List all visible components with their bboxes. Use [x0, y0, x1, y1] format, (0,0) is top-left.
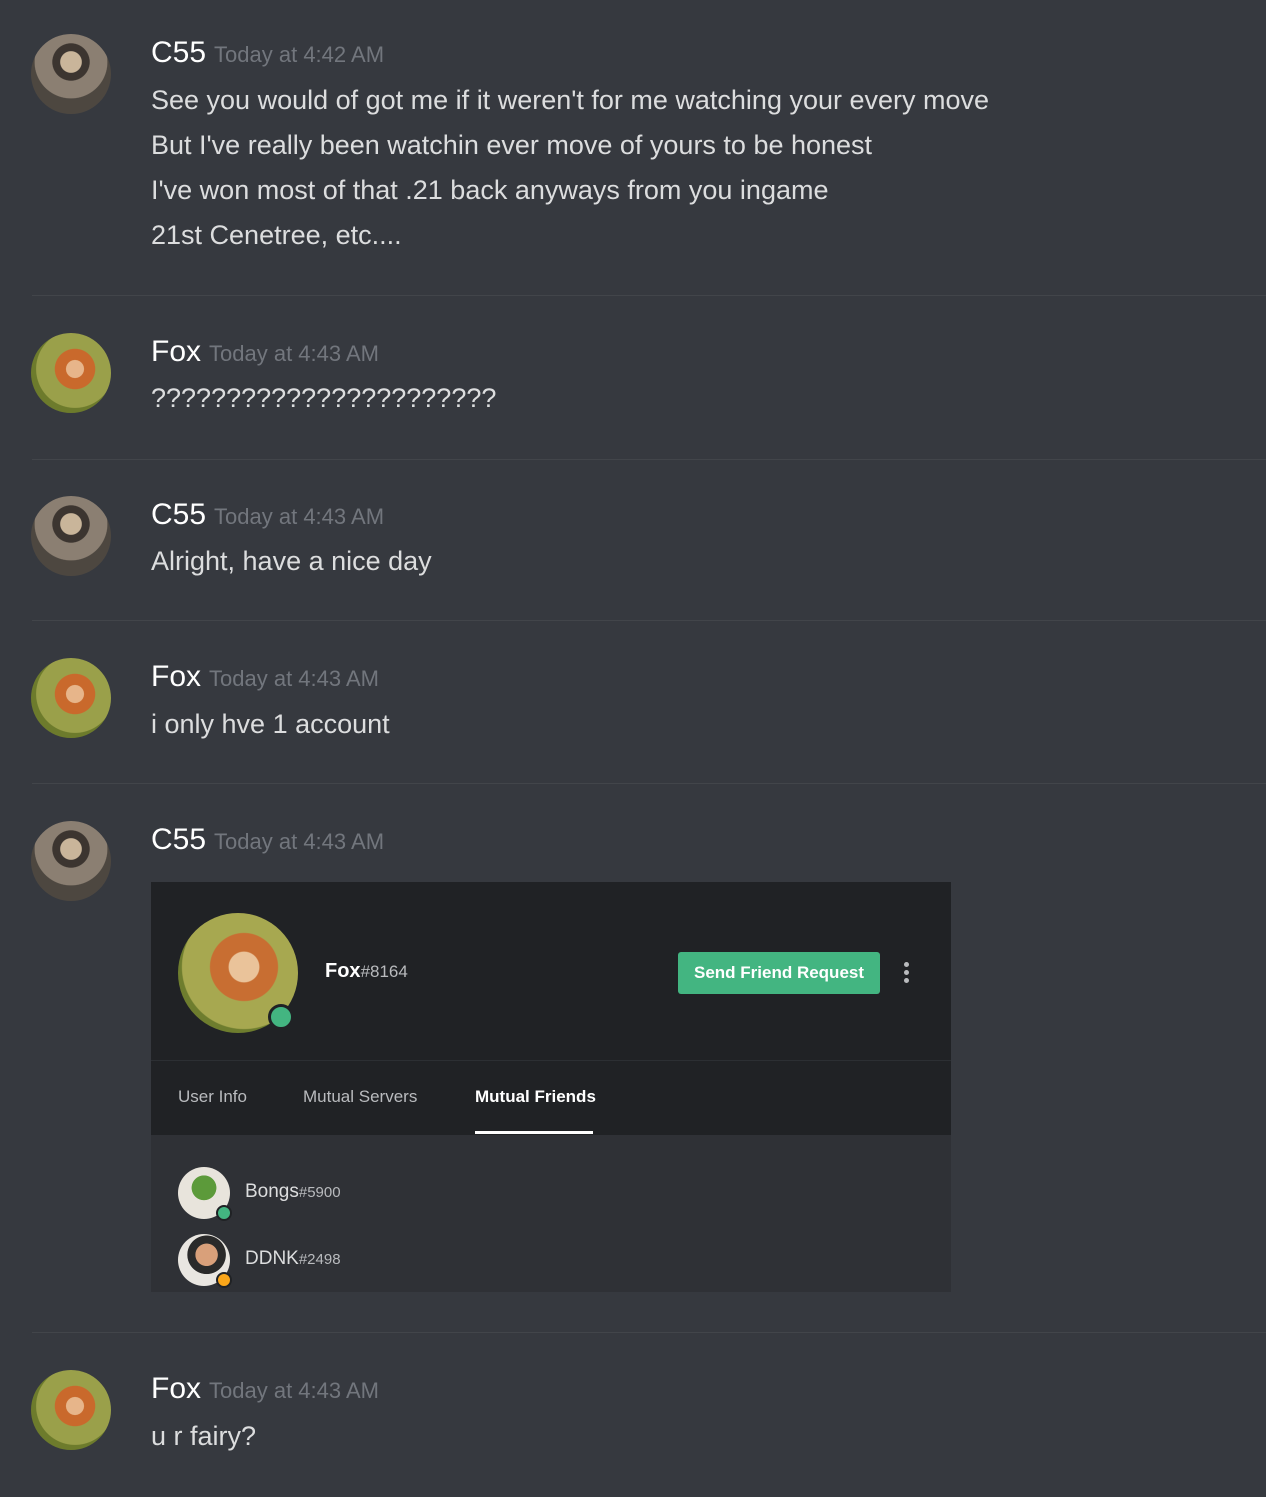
message-line: Alright, have a nice day: [151, 546, 432, 576]
friend-name: DDNK#2498: [245, 1248, 341, 1270]
message-divider: [32, 459, 1266, 460]
message-line: 21st Cenetree, etc....: [151, 220, 402, 250]
more-options-icon[interactable]: [899, 960, 913, 986]
message-line: ???????????????????????: [151, 383, 497, 413]
message-line: i only hve 1 account: [151, 709, 390, 739]
avatar[interactable]: [31, 821, 111, 901]
avatar[interactable]: [31, 34, 111, 114]
friend-discriminator: #5900: [298, 1184, 341, 1201]
profile-header: Fox#8164 Send Friend Request: [151, 882, 951, 1060]
profile-username: Fox#8164: [325, 960, 408, 983]
message-header: Fox Today at 4:43 AM: [151, 1372, 379, 1406]
message-header: Fox Today at 4:43 AM: [151, 335, 379, 369]
message-line: I've won most of that .21 back anyways f…: [151, 175, 829, 205]
message-divider: [32, 1332, 1266, 1333]
timestamp: Today at 4:42 AM: [214, 42, 385, 67]
message-content: i only hve 1 account: [151, 702, 390, 747]
message-line: But I've really been watchin ever move o…: [151, 130, 873, 160]
avatar[interactable]: [31, 1370, 111, 1450]
message-header: C55 Today at 4:42 AM: [151, 36, 384, 70]
timestamp: Today at 4:43 AM: [214, 829, 385, 854]
tab-mutual-friends[interactable]: Mutual Friends: [475, 1087, 596, 1107]
avatar[interactable]: [31, 333, 111, 413]
friend-name: Bongs#5900: [245, 1181, 341, 1203]
friend-discriminator: #2498: [298, 1251, 341, 1268]
online-status-icon: [268, 1004, 294, 1030]
profile-name: Fox: [325, 960, 361, 982]
message-content: Alright, have a nice day: [151, 539, 432, 584]
message-content: u r fairy?: [151, 1414, 256, 1459]
online-status-icon: [216, 1205, 232, 1221]
friend-username: Bongs: [245, 1181, 299, 1202]
username[interactable]: C55: [151, 823, 206, 856]
image-attachment[interactable]: Fox#8164 Send Friend Request User Info M…: [151, 882, 951, 1292]
send-friend-request-button[interactable]: Send Friend Request: [678, 952, 880, 994]
username[interactable]: Fox: [151, 335, 201, 368]
username[interactable]: C55: [151, 36, 206, 69]
tab-mutual-servers[interactable]: Mutual Servers: [303, 1087, 417, 1107]
timestamp: Today at 4:43 AM: [209, 666, 380, 691]
message-divider: [32, 295, 1266, 296]
tab-user-info[interactable]: User Info: [178, 1087, 247, 1107]
timestamp: Today at 4:43 AM: [214, 504, 385, 529]
message-header: C55 Today at 4:43 AM: [151, 498, 384, 532]
message-content: ???????????????????????: [151, 376, 496, 421]
timestamp: Today at 4:43 AM: [209, 341, 380, 366]
message-divider: [32, 783, 1266, 784]
avatar[interactable]: [31, 496, 111, 576]
message-header: C55 Today at 4:43 AM: [151, 823, 384, 857]
avatar[interactable]: [31, 658, 111, 738]
profile-discriminator: #8164: [360, 962, 408, 981]
message-content: See you would of got me if it weren't fo…: [151, 78, 989, 258]
timestamp: Today at 4:43 AM: [209, 1378, 380, 1403]
message-divider: [32, 620, 1266, 621]
message-line: See you would of got me if it weren't fo…: [151, 85, 990, 115]
idle-status-icon: [216, 1272, 232, 1288]
username[interactable]: C55: [151, 498, 206, 531]
username[interactable]: Fox: [151, 660, 201, 693]
message-header: Fox Today at 4:43 AM: [151, 660, 379, 694]
friend-username: DDNK: [245, 1248, 299, 1269]
profile-tabs: User Info Mutual Servers Mutual Friends: [151, 1060, 951, 1135]
message-line: u r fairy?: [151, 1421, 257, 1451]
username[interactable]: Fox: [151, 1372, 201, 1405]
active-tab-underline: [475, 1131, 593, 1134]
